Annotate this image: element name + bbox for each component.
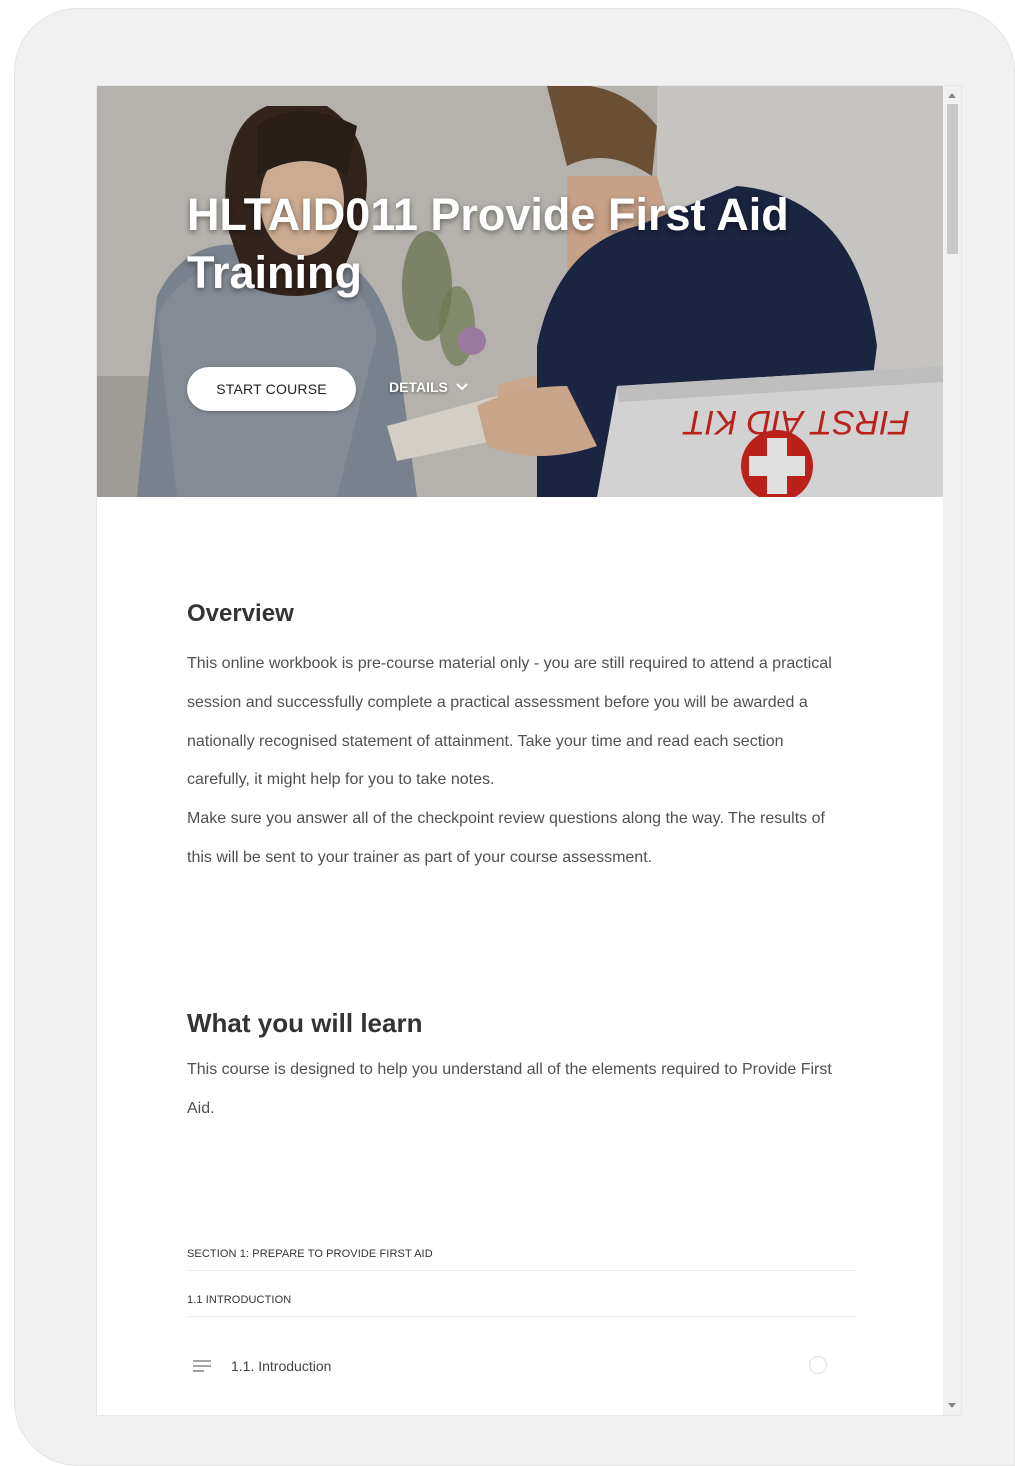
details-label: DETAILS	[389, 379, 448, 395]
details-toggle[interactable]: DETAILS	[389, 379, 468, 395]
learn-heading: What you will learn	[187, 1008, 423, 1038]
lesson-item[interactable]: 1.1. Introduction	[187, 1351, 827, 1381]
lesson-status-circle-icon	[809, 1356, 827, 1374]
overview-paragraph-2: Make sure you answer all of the checkpoi…	[187, 810, 825, 866]
subsection-heading[interactable]: 1.1 INTRODUCTION	[187, 1294, 857, 1317]
course-screen: FIRST AID KIT HLTAID011 Provide First Ai…	[96, 85, 962, 1416]
lesson-label: 1.1. Introduction	[231, 1358, 332, 1374]
overview-paragraph: This online workbook is pre-course mater…	[187, 655, 832, 789]
scroll-down-arrow-icon[interactable]	[948, 1403, 956, 1408]
tablet-frame: FIRST AID KIT HLTAID011 Provide First Ai…	[14, 8, 1015, 1466]
overview-heading: Overview	[187, 600, 294, 627]
section-heading[interactable]: SECTION 1: PREPARE TO PROVIDE FIRST AID	[187, 1248, 857, 1271]
learn-paragraph: This course is designed to help you unde…	[187, 1061, 832, 1117]
course-hero: FIRST AID KIT HLTAID011 Provide First Ai…	[97, 86, 944, 497]
start-course-button[interactable]: START COURSE	[187, 367, 356, 411]
text-lesson-icon	[193, 1360, 211, 1372]
scroll-up-arrow-icon[interactable]	[948, 93, 956, 98]
scroll-thumb[interactable]	[947, 104, 958, 254]
chevron-down-icon	[456, 383, 468, 391]
course-title: HLTAID011 Provide First Aid Training	[187, 189, 789, 298]
overview-text: This online workbook is pre-course mater…	[187, 645, 842, 878]
scrollbar[interactable]	[943, 86, 961, 1415]
